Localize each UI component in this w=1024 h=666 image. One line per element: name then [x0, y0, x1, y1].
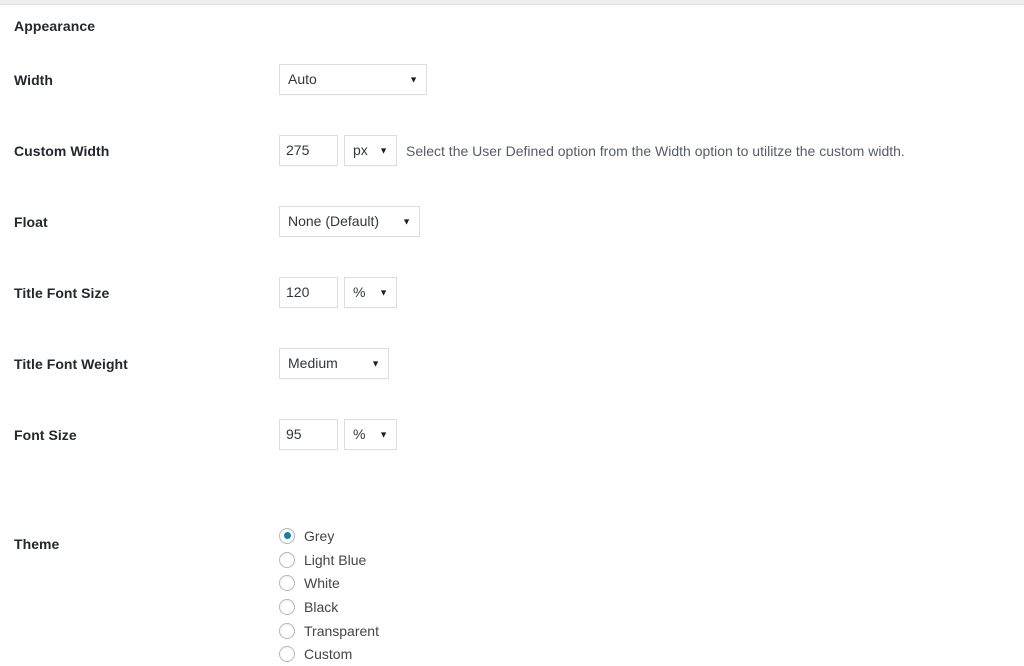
radio-unselected-icon[interactable] — [279, 575, 295, 592]
theme-option-label: White — [304, 575, 340, 592]
field-title-font-size: 120 % ▼ — [279, 277, 397, 308]
form-row-title-font-size: Title Font Size 120 % ▼ — [0, 273, 1024, 344]
form-row-custom-width: Custom Width 275 px ▼ Select the User De… — [0, 131, 1024, 202]
label-title-font-weight: Title Font Weight — [14, 356, 128, 372]
chevron-down-icon: ▼ — [402, 216, 411, 226]
field-float: None (Default) ▼ — [279, 206, 420, 237]
custom-width-unit-value: px — [353, 142, 368, 158]
chevron-down-icon: ▼ — [379, 287, 388, 297]
chevron-down-icon: ▼ — [371, 358, 380, 368]
settings-page: Appearance Width Auto ▼ Custom Width 275… — [0, 5, 1024, 663]
field-custom-width: 275 px ▼ Select the User Defined option … — [279, 135, 905, 166]
chevron-down-icon: ▼ — [409, 74, 418, 84]
field-width: Auto ▼ — [279, 64, 427, 95]
label-custom-width: Custom Width — [14, 143, 110, 159]
custom-width-description: Select the User Defined option from the … — [406, 142, 905, 159]
theme-option-label: Transparent — [304, 622, 379, 639]
theme-option-label: Light Blue — [304, 551, 367, 568]
form-row-width: Width Auto ▼ — [0, 60, 1024, 131]
page-title: Appearance — [14, 18, 96, 34]
label-float: Float — [14, 214, 48, 230]
field-font-size: 95 % ▼ — [279, 419, 397, 450]
custom-width-input-value: 275 — [286, 142, 310, 158]
theme-radio-group: Grey Light Blue White Black Transparent — [279, 524, 379, 666]
form-row-theme: Theme Grey Light Blue White Black Transp… — [0, 486, 1024, 663]
float-select-value: None (Default) — [288, 213, 380, 229]
theme-option-custom[interactable]: Custom — [279, 642, 379, 666]
radio-unselected-icon[interactable] — [279, 598, 295, 615]
title-font-size-input[interactable]: 120 — [279, 277, 338, 308]
chevron-down-icon: ▼ — [379, 145, 388, 155]
theme-option-white[interactable]: White — [279, 571, 379, 595]
form-row-font-size: Font Size 95 % ▼ — [0, 415, 1024, 486]
label-width: Width — [14, 72, 53, 88]
title-font-weight-select[interactable]: Medium ▼ — [279, 348, 389, 379]
theme-option-label: Black — [304, 598, 339, 615]
radio-unselected-icon[interactable] — [279, 622, 295, 639]
field-title-font-weight: Medium ▼ — [279, 348, 389, 379]
custom-width-unit-select[interactable]: px ▼ — [344, 135, 397, 166]
custom-width-input[interactable]: 275 — [279, 135, 338, 166]
float-select[interactable]: None (Default) ▼ — [279, 206, 420, 237]
font-size-unit-select[interactable]: % ▼ — [344, 419, 397, 450]
label-font-size: Font Size — [14, 427, 77, 443]
title-font-weight-value: Medium — [288, 355, 338, 371]
theme-option-light-blue[interactable]: Light Blue — [279, 548, 379, 572]
form-row-title-font-weight: Title Font Weight Medium ▼ — [0, 344, 1024, 415]
theme-option-black[interactable]: Black — [279, 595, 379, 619]
theme-option-label: Grey — [304, 527, 335, 544]
title-font-size-unit-value: % — [353, 284, 366, 300]
radio-selected-icon[interactable] — [279, 527, 295, 544]
radio-unselected-icon[interactable] — [279, 646, 295, 663]
title-font-size-unit-select[interactable]: % ▼ — [344, 277, 397, 308]
width-select[interactable]: Auto ▼ — [279, 64, 427, 95]
font-size-input-value: 95 — [286, 426, 302, 442]
theme-option-transparent[interactable]: Transparent — [279, 619, 379, 643]
appearance-settings-form: Width Auto ▼ Custom Width 275 px ▼ Selec… — [0, 60, 1024, 663]
form-row-float: Float None (Default) ▼ — [0, 202, 1024, 273]
label-title-font-size: Title Font Size — [14, 285, 110, 301]
theme-option-grey[interactable]: Grey — [279, 524, 379, 548]
theme-option-label: Custom — [304, 646, 353, 663]
width-select-value: Auto — [288, 71, 317, 87]
radio-unselected-icon[interactable] — [279, 551, 295, 568]
title-font-size-input-value: 120 — [286, 284, 310, 300]
font-size-unit-value: % — [353, 426, 366, 442]
chevron-down-icon: ▼ — [379, 429, 388, 439]
label-theme: Theme — [14, 536, 60, 552]
font-size-input[interactable]: 95 — [279, 419, 338, 450]
